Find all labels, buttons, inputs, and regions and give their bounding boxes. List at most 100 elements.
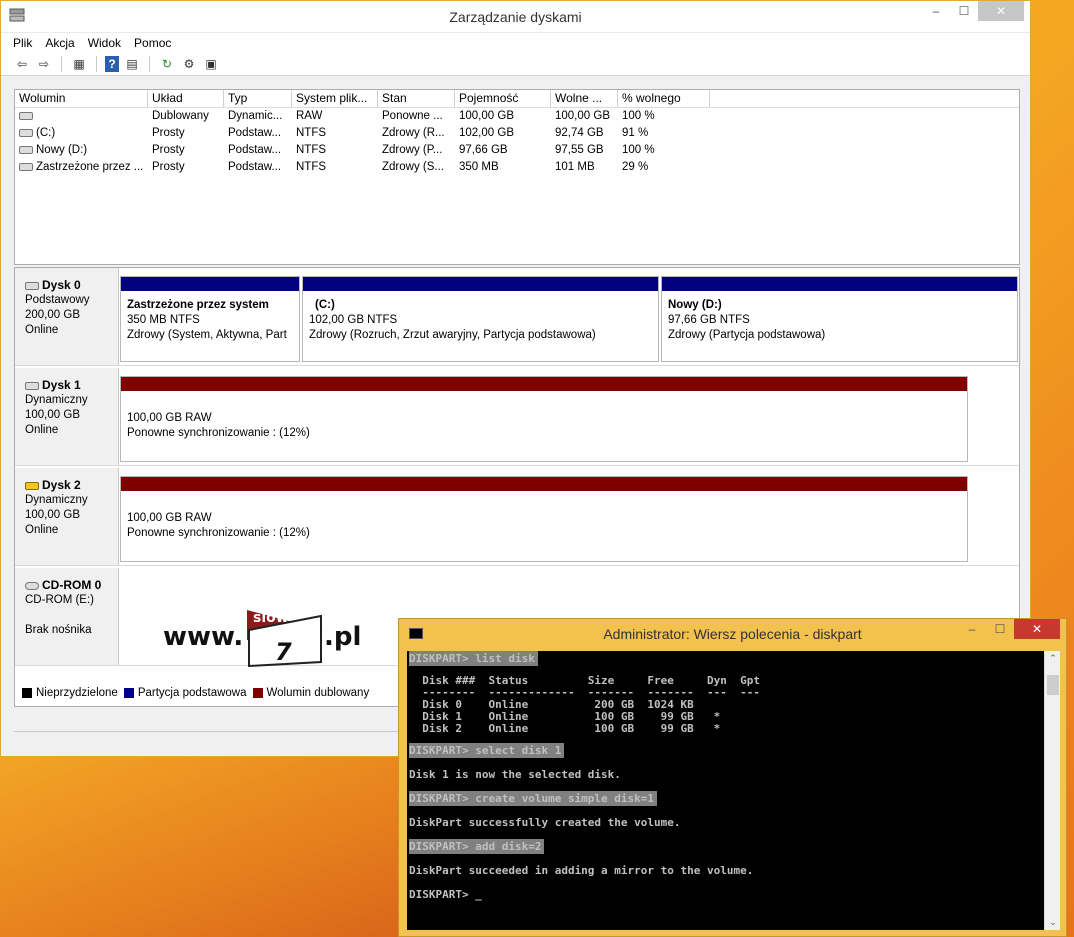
console-prompt[interactable]: DISKPART> _ — [407, 887, 1047, 903]
cell-system-plikow: RAW — [296, 110, 323, 122]
cmd-minimize-button[interactable]: – — [958, 619, 986, 639]
cell-uklad: Dublowany — [152, 110, 209, 122]
cell-wolumin: Zastrzeżone przez ... — [36, 161, 144, 173]
logo-seven: 7 — [275, 638, 292, 666]
toolbar-separator — [96, 55, 97, 72]
logo-www: www. — [163, 622, 244, 652]
partition-bar — [303, 277, 658, 291]
cell-stan: Ponowne ... — [382, 110, 443, 122]
cell-wolumin: (C:) — [36, 127, 56, 139]
cell-system-plikow: NTFS — [296, 127, 327, 139]
maximize-button[interactable]: ☐ — [950, 1, 978, 21]
disk-label[interactable]: CD-ROM 0 CD-ROM (E:) Brak nośnika — [15, 568, 119, 665]
cmd-scrollbar[interactable]: ⌃ ⌄ — [1044, 651, 1060, 930]
disk-type: Dynamiczny — [25, 494, 88, 506]
cell-typ: Podstaw... — [228, 161, 282, 173]
cell-pojemnosc: 97,66 GB — [459, 144, 508, 156]
column-header-pojemnosc[interactable]: Pojemność — [455, 90, 551, 107]
menu-pomoc[interactable]: Pomoc — [134, 36, 171, 50]
scroll-down-arrow-icon[interactable]: ⌄ — [1045, 917, 1061, 928]
column-header-typ[interactable]: Typ — [224, 90, 292, 107]
properties-icon[interactable]: ⚙ — [180, 56, 198, 72]
toolbar: ⇦ ⇨ ▦ ? ▤ ↻ ⚙ ▣ — [1, 52, 1030, 76]
table-row[interactable]: Zastrzeżone przez ... Prosty Podstaw... … — [15, 159, 1019, 176]
help-icon[interactable]: ? — [105, 55, 119, 72]
table-row[interactable]: (C:) Prosty Podstaw... NTFS Zdrowy (R...… — [15, 125, 1019, 142]
cell-system-plikow: NTFS — [296, 144, 327, 156]
menu-plik[interactable]: Plik — [13, 36, 32, 50]
cmd-close-button[interactable]: ✕ — [1014, 619, 1060, 639]
disk-label[interactable]: Dysk 2 Dynamiczny 100,00 GB Online — [15, 468, 119, 565]
partition-d[interactable]: Nowy (D:) 97,66 GB NTFS Zdrowy (Partycja… — [661, 276, 1018, 362]
partition-title: Zastrzeżone przez system — [127, 299, 269, 311]
disk-warning-icon — [25, 481, 39, 490]
disk-label[interactable]: Dysk 1 Dynamiczny 100,00 GB Online — [15, 368, 119, 465]
cell-wolne: 92,74 GB — [555, 127, 604, 139]
toolbar-separator — [61, 55, 62, 72]
menu-akcja[interactable]: Akcja — [45, 36, 74, 50]
cmd-title-bar: Administrator: Wiersz polecenia - diskpa… — [399, 619, 1066, 649]
disk-state: Online — [25, 524, 59, 536]
legend-swatch-mirrored — [252, 688, 263, 698]
volume-list: Wolumin Układ Typ System plik... Stan Po… — [14, 89, 1020, 265]
console-tree-icon[interactable]: ▦ — [70, 56, 88, 72]
partition-bar — [662, 277, 1017, 291]
partition-mirrored-volume[interactable]: 100,00 GB RAW Ponowne synchronizowanie :… — [120, 376, 968, 462]
cmd-maximize-button[interactable]: ☐ — [986, 619, 1014, 639]
rescan-disks-icon[interactable]: ▣ — [202, 56, 220, 72]
table-row[interactable]: Nowy (D:) Prosty Podstaw... NTFS Zdrowy … — [15, 142, 1019, 159]
partition-mirrored-volume[interactable]: 100,00 GB RAW Ponowne synchronizowanie :… — [120, 476, 968, 562]
table-row[interactable]: Dublowany Dynamic... RAW Ponowne ... 100… — [15, 108, 1019, 125]
disk-management-app-icon — [9, 8, 25, 22]
menu-bar: Plik Akcja Widok Pomoc — [1, 32, 1030, 52]
column-header-wolne[interactable]: Wolne ... — [551, 90, 618, 107]
slow7-logo: www. slow 7 .pl — [163, 600, 373, 670]
console-line: Disk 2 Online 100 GB 99 GB * — [409, 722, 721, 735]
partition-status: Ponowne synchronizowanie : (12%) — [127, 427, 310, 439]
partition-c[interactable]: (C:) 102,00 GB NTFS Zdrowy (Rozruch, Zrz… — [302, 276, 659, 362]
partition-fs: 350 MB NTFS — [127, 314, 200, 326]
forward-arrow-icon[interactable]: ⇨ — [35, 56, 53, 72]
disk-label[interactable]: Dysk 0 Podstawowy 200,00 GB Online — [15, 268, 119, 365]
disk-name: Dysk 1 — [42, 378, 81, 392]
logo-pl: .pl — [324, 622, 362, 652]
partition-status: Zdrowy (Partycja podstawowa) — [668, 329, 826, 341]
legend-swatch-unallocated — [22, 688, 32, 698]
disk-state: Brak nośnika — [25, 624, 92, 636]
menu-widok[interactable]: Widok — [88, 36, 121, 50]
column-header-uklad[interactable]: Układ — [148, 90, 224, 107]
column-header-wolumin[interactable]: Wolumin — [15, 90, 148, 107]
legend-swatch-primary — [123, 688, 134, 698]
partition-bar — [121, 477, 967, 491]
disk-size: 100,00 GB — [25, 509, 80, 521]
minimize-button[interactable]: – — [922, 1, 950, 21]
close-button[interactable]: ✕ — [978, 1, 1024, 21]
cell-procent-wolnego: 29 % — [622, 161, 649, 173]
console-output[interactable]: DISKPART> list disk Disk ### Status Size… — [407, 651, 1047, 930]
disk-row-2: Dysk 2 Dynamiczny 100,00 GB Online 100,0… — [15, 468, 1019, 566]
scroll-thumb[interactable] — [1047, 675, 1059, 695]
cell-wolne: 100,00 GB — [555, 110, 610, 122]
legend-mirrored: Wolumin dublowany — [266, 687, 370, 699]
cell-procent-wolnego: 100 % — [622, 144, 655, 156]
cell-pojemnosc: 102,00 GB — [459, 127, 514, 139]
partition-title: Nowy (D:) — [668, 299, 722, 311]
refresh-icon[interactable]: ↻ — [158, 56, 176, 72]
column-header-stan[interactable]: Stan — [378, 90, 455, 107]
drive-icon — [19, 162, 33, 171]
column-header-system-plikow[interactable]: System plik... — [292, 90, 378, 107]
cell-wolne: 97,55 GB — [555, 144, 604, 156]
action-pane-icon[interactable]: ▤ — [123, 56, 141, 72]
cell-procent-wolnego: 100 % — [622, 110, 655, 122]
partition-system-reserved[interactable]: Zastrzeżone przez system 350 MB NTFS Zdr… — [120, 276, 300, 362]
partition-fs: 100,00 GB RAW — [127, 412, 212, 424]
disk-icon — [25, 281, 39, 290]
scroll-up-arrow-icon[interactable]: ⌃ — [1045, 653, 1061, 664]
disk-name: CD-ROM 0 — [42, 578, 102, 592]
column-header-procent-wolnego[interactable]: % wolnego — [618, 90, 710, 107]
disk-type: Podstawowy — [25, 294, 90, 306]
cell-procent-wolnego: 91 % — [622, 127, 649, 139]
back-arrow-icon[interactable]: ⇦ — [13, 56, 31, 72]
legend-unallocated: Nieprzydzielone — [36, 687, 118, 699]
partition-status: Zdrowy (Rozruch, Zrzut awaryjny, Partycj… — [309, 329, 596, 341]
